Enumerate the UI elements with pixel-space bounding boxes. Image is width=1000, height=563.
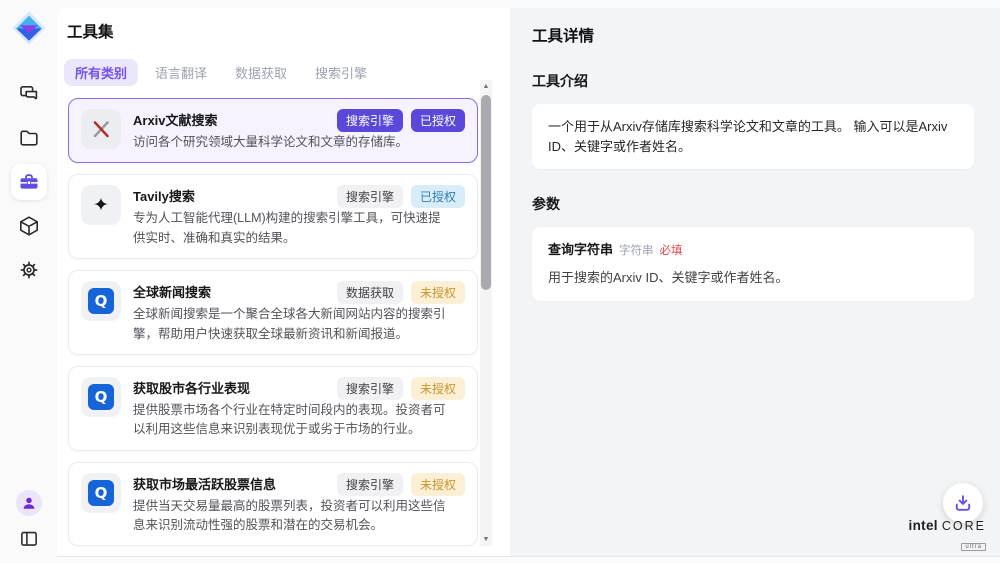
juhe-logo-icon: Q (81, 377, 121, 417)
rail-nav (11, 76, 47, 288)
cube-icon (17, 214, 41, 238)
folder-icon (17, 126, 41, 150)
juhe-logo-icon: Q (81, 473, 121, 513)
left-rail (0, 0, 57, 563)
list-scrollbar: ▲ ▼ (480, 80, 492, 546)
chat-icon (17, 82, 41, 106)
scrollbar-thumb[interactable] (481, 95, 491, 290)
tool-description: 专为人工智能代理(LLM)构建的搜索引擎工具，可快速提供实时、准确和真实的结果。 (133, 209, 451, 248)
user-icon (20, 494, 38, 512)
category-badge: 搜索引擎 (337, 473, 403, 496)
rail-bottom (15, 490, 43, 553)
main-window: 工具集 所有类别 语言翻译 数据获取 搜索引擎 Arxiv文献搜索 访问各个研究… (57, 8, 1000, 557)
sidebar-item-chat[interactable] (11, 76, 47, 112)
juhe-logo-icon: Q (81, 281, 121, 321)
auth-status-badge: 未授权 (411, 473, 465, 496)
auth-status-badge: 已授权 (411, 109, 465, 132)
auth-status-badge: 未授权 (411, 281, 465, 304)
params-heading: 参数 (532, 194, 974, 214)
sidebar-item-files[interactable] (11, 120, 47, 156)
scrollbar-down-arrow-icon[interactable]: ▼ (480, 533, 492, 546)
tool-description: 全球新闻搜索是一个聚合全球各大新闻网站内容的搜索引擎，帮助用户快速获取全球最新资… (133, 305, 451, 344)
sidebar-item-models[interactable] (11, 208, 47, 244)
detail-title: 工具详情 (532, 24, 974, 46)
param-box: 查询字符串字符串必填 用于搜索的Arxiv ID、关键字或作者姓名。 (532, 227, 974, 301)
app-logo-icon (9, 8, 49, 48)
tab-all-categories[interactable]: 所有类别 (64, 59, 138, 86)
param-description: 用于搜索的Arxiv ID、关键字或作者姓名。 (548, 268, 958, 288)
intro-box: 一个用于从Arxiv存储库搜索科学论文和文章的工具。 输入可以是Arxiv ID… (532, 104, 974, 169)
intro-heading: 工具介绍 (532, 71, 974, 91)
tool-card-global-news[interactable]: Q 全球新闻搜索 全球新闻搜索是一个聚合全球各大新闻网站内容的搜索引擎，帮助用户… (68, 270, 478, 355)
user-avatar[interactable] (16, 490, 42, 516)
tool-list-panel: 工具集 所有类别 语言翻译 数据获取 搜索引擎 Arxiv文献搜索 访问各个研究… (57, 8, 510, 556)
tab-search-engine[interactable]: 搜索引擎 (304, 59, 378, 86)
tool-card-tavily[interactable]: ✦ Tavily搜索 专为人工智能代理(LLM)构建的搜索引擎工具，可快速提供实… (68, 174, 478, 259)
category-badge: 搜索引擎 (337, 377, 403, 400)
category-badge: 搜索引擎 (337, 185, 403, 208)
auth-status-badge: 已授权 (411, 185, 465, 208)
intel-wordmark: intel (909, 518, 938, 533)
tool-card-sector-performance[interactable]: Q 获取股市各行业表现 提供股票市场各个行业在特定时间段内的表现。投资者可以利用… (68, 366, 478, 451)
param-type: 字符串 (619, 245, 654, 257)
param-name: 查询字符串 (548, 242, 613, 257)
gear-icon (17, 258, 41, 282)
intel-core-ultra-logo: intel CORE ultra (909, 517, 986, 553)
tab-translation[interactable]: 语言翻译 (144, 59, 218, 86)
param-header: 查询字符串字符串必填 (548, 240, 958, 260)
tool-cards: Arxiv文献搜索 访问各个研究领域大量科学论文和文章的存储库。 搜索引擎 已授… (68, 98, 478, 557)
download-icon (953, 493, 973, 513)
core-wordmark: CORE (942, 519, 986, 533)
toolbox-icon (17, 170, 41, 194)
tab-data-fetch[interactable]: 数据获取 (224, 59, 298, 86)
tool-description: 提供股票市场各个行业在特定时间段内的表现。投资者可以利用这些信息来识别表现优于或… (133, 401, 451, 440)
ultra-badge: ultra (961, 543, 986, 551)
panel-toggle-icon (18, 528, 40, 550)
auth-status-badge: 未授权 (411, 377, 465, 400)
category-badge: 搜索引擎 (337, 109, 403, 132)
tool-card-active-stocks[interactable]: Q 获取市场最活跃股票信息 提供当天交易量最高的股票列表，投资者可以利用这些信息… (68, 462, 478, 547)
tool-detail-panel: 工具详情 工具介绍 一个用于从Arxiv存储库搜索科学论文和文章的工具。 输入可… (510, 8, 1000, 556)
scrollbar-up-arrow-icon[interactable]: ▲ (480, 80, 492, 93)
collapse-sidebar-button[interactable] (15, 525, 43, 553)
sidebar-item-settings[interactable] (11, 252, 47, 288)
category-tabs: 所有类别 语言翻译 数据获取 搜索引擎 (64, 59, 510, 86)
tool-description: 访问各个研究领域大量科学论文和文章的存储库。 (133, 133, 451, 152)
tool-description: 提供当天交易量最高的股票列表，投资者可以利用这些信息来识别流动性强的股票和潜在的… (133, 497, 451, 536)
arxiv-logo-icon (81, 109, 121, 149)
tool-card-arxiv[interactable]: Arxiv文献搜索 访问各个研究领域大量科学论文和文章的存储库。 搜索引擎 已授… (68, 98, 478, 163)
page-title: 工具集 (67, 20, 510, 42)
tavily-logo-icon: ✦ (81, 185, 121, 225)
sidebar-item-tools[interactable] (11, 164, 47, 200)
param-required-badge: 必填 (660, 245, 683, 257)
category-badge: 数据获取 (337, 281, 403, 304)
